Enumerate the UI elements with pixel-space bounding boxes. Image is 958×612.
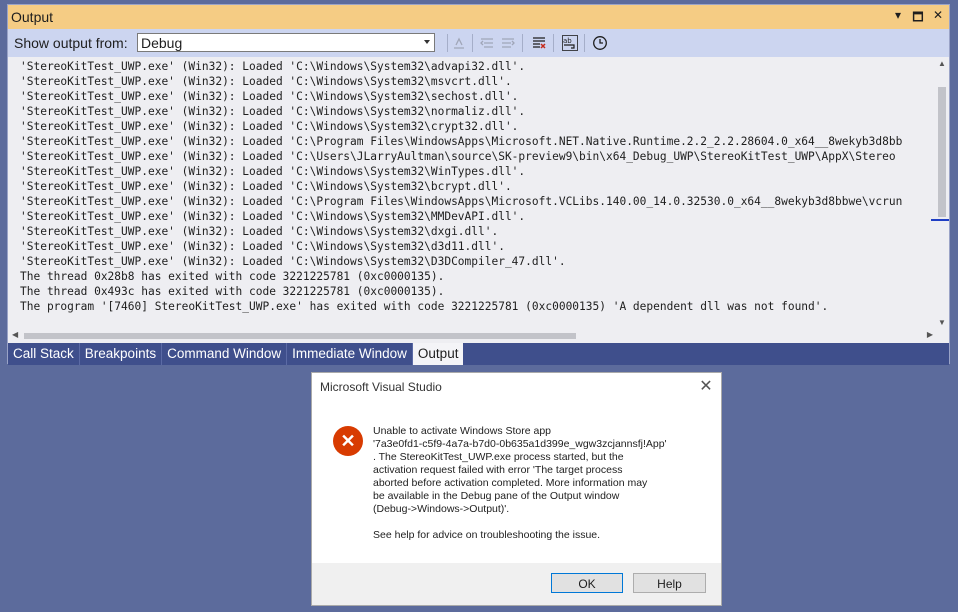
error-icon: ✕	[333, 426, 363, 456]
maximize-icon[interactable]: 🗖	[911, 8, 925, 29]
output-line: 'StereoKitTest_UWP.exe' (Win32): Loaded …	[20, 60, 526, 73]
tab-immediate-window[interactable]: Immediate Window	[287, 343, 413, 365]
output-source-select[interactable]: Debug	[137, 33, 435, 52]
scroll-left-icon[interactable]: ◀	[12, 330, 18, 339]
close-icon[interactable]: ✕	[931, 8, 945, 29]
chevron-down-icon[interactable]	[424, 40, 430, 44]
output-source-value: Debug	[141, 35, 183, 51]
svg-text:ab: ab	[563, 37, 572, 45]
tab-breakpoints[interactable]: Breakpoints	[80, 343, 163, 365]
clock-icon[interactable]	[591, 34, 609, 52]
tool-window-tabs: Call Stack Breakpoints Command Window Im…	[8, 343, 949, 365]
scroll-position-marker	[931, 219, 949, 221]
tab-output[interactable]: Output	[412, 343, 464, 365]
go-to-line-icon[interactable]	[450, 34, 468, 52]
dialog-message: Unable to activate Windows Store app '7a…	[373, 425, 667, 515]
output-line: The thread 0x493c has exited with code 3…	[20, 285, 445, 298]
toolbar-separator	[584, 34, 585, 52]
scroll-right-icon[interactable]: ▶	[927, 330, 933, 339]
output-line: 'StereoKitTest_UWP.exe' (Win32): Loaded …	[20, 225, 499, 238]
toolbar-separator	[447, 34, 448, 52]
output-line: 'StereoKitTest_UWP.exe' (Win32): Loaded …	[20, 180, 512, 193]
toolbar-separator	[472, 34, 473, 52]
dropdown-icon[interactable]: ▾	[891, 8, 905, 29]
dialog-title: Microsoft Visual Studio	[320, 380, 442, 394]
word-wrap-icon[interactable]: ab	[561, 34, 579, 52]
output-line: 'StereoKitTest_UWP.exe' (Win32): Loaded …	[20, 210, 526, 223]
scroll-down-icon[interactable]: ▼	[938, 318, 946, 327]
vertical-scrollbar[interactable]: ▲ ▼	[935, 57, 949, 329]
close-icon[interactable]: ✕	[697, 376, 715, 396]
output-line: 'StereoKitTest_UWP.exe' (Win32): Loaded …	[20, 75, 512, 88]
output-window: Output ▾ 🗖 ✕ Show output from: Debug ab …	[7, 4, 950, 365]
output-lines: 'StereoKitTest_UWP.exe' (Win32): Loaded …	[20, 59, 902, 314]
output-line: 'StereoKitTest_UWP.exe' (Win32): Loaded …	[20, 255, 566, 268]
output-text-area[interactable]: 'StereoKitTest_UWP.exe' (Win32): Loaded …	[8, 57, 935, 329]
toolbar-separator	[522, 34, 523, 52]
output-line: 'StereoKitTest_UWP.exe' (Win32): Loaded …	[20, 165, 526, 178]
dialog-help-text: See help for advice on troubleshooting t…	[373, 529, 601, 541]
horizontal-scroll-thumb[interactable]	[24, 333, 576, 339]
tab-command-window[interactable]: Command Window	[162, 343, 288, 365]
toolbar-separator	[553, 34, 554, 52]
previous-message-icon[interactable]	[478, 34, 496, 52]
window-title: Output	[11, 9, 54, 25]
output-line: 'StereoKitTest_UWP.exe' (Win32): Loaded …	[20, 90, 519, 103]
output-line: The program '[7460] StereoKitTest_UWP.ex…	[20, 300, 829, 313]
ok-button[interactable]: OK	[551, 573, 623, 593]
tab-call-stack[interactable]: Call Stack	[8, 343, 80, 365]
output-line: 'StereoKitTest_UWP.exe' (Win32): Loaded …	[20, 195, 903, 208]
output-title-bar[interactable]: Output ▾ 🗖 ✕	[8, 5, 949, 29]
output-line: 'StereoKitTest_UWP.exe' (Win32): Loaded …	[20, 105, 526, 118]
error-dialog: Microsoft Visual Studio ✕ ✕ Unable to ac…	[311, 372, 722, 606]
vertical-scroll-thumb[interactable]	[938, 87, 946, 217]
horizontal-scrollbar[interactable]: ◀ ▶	[8, 329, 935, 343]
dialog-footer: OK Help	[312, 563, 721, 605]
clear-all-icon[interactable]	[530, 34, 548, 52]
output-line: 'StereoKitTest_UWP.exe' (Win32): Loaded …	[20, 135, 903, 148]
output-toolbar: Show output from: Debug ab	[8, 29, 949, 57]
output-line: 'StereoKitTest_UWP.exe' (Win32): Loaded …	[20, 120, 519, 133]
output-line: 'StereoKitTest_UWP.exe' (Win32): Loaded …	[20, 240, 505, 253]
show-output-label: Show output from:	[14, 35, 128, 51]
help-button[interactable]: Help	[633, 573, 706, 593]
scroll-up-icon[interactable]: ▲	[938, 59, 946, 68]
next-message-icon[interactable]	[499, 34, 517, 52]
output-line: The thread 0x28b8 has exited with code 3…	[20, 270, 445, 283]
output-line: 'StereoKitTest_UWP.exe' (Win32): Loaded …	[20, 150, 896, 163]
